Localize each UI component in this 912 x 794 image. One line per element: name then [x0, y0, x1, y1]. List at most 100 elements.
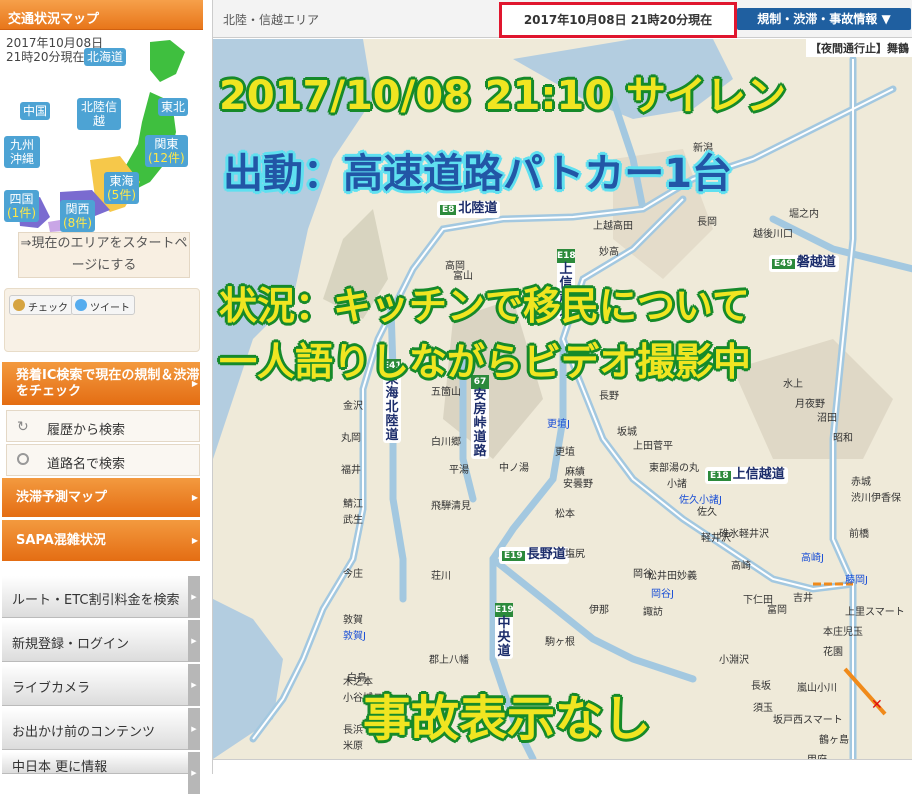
town-label: 高崎	[731, 561, 751, 572]
hwy-label-e18[interactable]: E18 上信越道	[705, 467, 788, 484]
region-mini-map: 2017年10月08日 21時20分現在 北海道 中国 北陸信越 東北 九州沖縄…	[0, 32, 203, 280]
town-label: 飛騨清見	[431, 501, 471, 512]
ic-label[interactable]: 藤岡J	[845, 571, 868, 586]
share-box: チェック ツイート	[4, 288, 200, 352]
town-label: 中ノ湯	[499, 463, 529, 474]
map-panel: 北陸・信越エリア 2017年10月08日 21時20分現在 規制・渋滞・事故情報…	[212, 0, 912, 774]
region-shikoku[interactable]: 四国 (1件)	[4, 190, 39, 222]
tweet-button[interactable]: ツイート	[71, 295, 135, 315]
town-label: 坂戸西スマート	[773, 715, 843, 726]
town-label: 鯖江	[343, 499, 363, 510]
ic-label[interactable]: 高崎J	[801, 549, 824, 564]
caption-line-5: 事故表示なし	[363, 691, 652, 747]
town-label: 荘川	[431, 571, 451, 582]
incident-x-icon: ✕	[871, 697, 883, 713]
mixi-check-button[interactable]: チェック	[9, 295, 73, 315]
town-label: 鶴ヶ島	[819, 735, 849, 746]
route-etc-search-button[interactable]: ルート・ETC割引料金を検索	[2, 576, 200, 618]
town-label: 白川郷	[431, 437, 461, 448]
ic-search-button[interactable]: 発着IC検索で現在の規制＆渋滞をチェック	[2, 362, 200, 406]
town-label: 水上	[783, 379, 803, 390]
town-label: 嵐山小川	[797, 683, 837, 694]
town-label: 佐久	[697, 507, 717, 518]
town-label: 小諸	[667, 479, 687, 490]
map-footer	[213, 759, 912, 774]
magnifier-icon	[17, 453, 29, 465]
town-label: 上田菅平	[633, 441, 673, 452]
town-label: 平湯	[449, 465, 469, 476]
town-label: 越後川口	[753, 229, 793, 240]
town-label: 伊那	[589, 605, 609, 616]
town-label: 東部湯の丸	[649, 463, 699, 474]
sapa-status-button[interactable]: SAPA混雑状況	[2, 520, 200, 562]
region-hokuriku-shinetsu[interactable]: 北陸信越	[77, 98, 121, 130]
town-label: 長坂	[751, 681, 771, 692]
traffic-map[interactable]: ✕ 【夜間通行止】舞鶴 E8 北陸道 E49 磐越道 E18 上信越道 E19 長野道 …	[213, 39, 912, 759]
town-label: 坂城	[617, 427, 637, 438]
town-label: 長浜	[343, 725, 363, 736]
town-label: 丸岡	[341, 433, 361, 444]
caption-line-2: 出動：高速道路パトカー1台	[223, 151, 733, 197]
town-label: 本庄児玉	[823, 627, 863, 638]
twitter-icon	[75, 299, 87, 311]
town-label: 花園	[823, 647, 843, 658]
traffic-map-heading: 交通状況マップ	[0, 0, 203, 30]
congestion-forecast-button[interactable]: 渋滞予測マップ	[2, 478, 200, 518]
region-kanto[interactable]: 関東 (12件)	[145, 135, 188, 167]
town-label: 沼田	[817, 413, 837, 424]
region-chugoku[interactable]: 中国	[20, 102, 51, 120]
traffic-info-dropdown[interactable]: 規制・渋滞・事故情報 ▼	[737, 8, 911, 30]
town-label: 吉井	[793, 593, 813, 604]
region-kyushu-okinawa[interactable]: 九州沖縄	[4, 136, 40, 168]
town-label: 敦賀	[343, 615, 363, 626]
hwy-label-e49[interactable]: E49 磐越道	[769, 255, 839, 272]
hwy-label-e19-nagano[interactable]: E19 長野道	[499, 547, 569, 564]
region-hokkaido[interactable]: 北海道	[84, 48, 127, 66]
town-label: 塩尻	[565, 549, 585, 560]
ic-label[interactable]: 岡谷J	[651, 585, 674, 600]
map-header: 北陸・信越エリア 2017年10月08日 21時20分現在 規制・渋滞・事故情報…	[213, 0, 912, 38]
town-label: 郡上八幡	[429, 655, 469, 666]
town-label: 金沢	[343, 401, 363, 412]
town-label: 月夜野	[795, 399, 825, 410]
history-search-button[interactable]: ↻ 履歴から検索	[6, 410, 200, 442]
town-label: 長岡	[697, 217, 717, 228]
ic-label[interactable]: 更埴J	[547, 415, 570, 430]
caption-line-1: 2017/10/08 21:10 サイレン	[219, 73, 787, 119]
town-label: 福井	[341, 465, 361, 476]
region-tohoku[interactable]: 東北	[158, 98, 189, 116]
sidebar: 交通状況マップ 2017年10月08日 21時20分現在 北海道 中国 北陸信越…	[0, 0, 203, 794]
town-label: 更埴	[555, 447, 575, 458]
town-label: 五箇山	[431, 387, 461, 398]
town-label: 上里スマート	[845, 607, 905, 618]
town-label: 下仁田	[743, 595, 773, 606]
town-label: 上越高田	[593, 221, 633, 232]
hwy-label-abo[interactable]: 67 安房峠道路	[471, 375, 489, 459]
town-label: 碓氷軽井沢	[719, 529, 769, 540]
live-camera-button[interactable]: ライブカメラ	[2, 664, 200, 706]
road-name-search-button[interactable]: 道路名で検索	[6, 444, 200, 476]
ic-label[interactable]: 佐久小諸J	[679, 491, 722, 506]
timestamp-box: 2017年10月08日 21時20分現在	[499, 2, 737, 38]
register-login-button[interactable]: 新規登録・ログイン	[2, 620, 200, 662]
more-info-button[interactable]: 中日本 更に情報	[2, 752, 200, 794]
set-start-page-button[interactable]: ⇒現在のエリアをスタートページにする	[18, 232, 190, 278]
town-label: 昭和	[833, 433, 853, 444]
night-closure-note: 【夜間通行止】舞鶴	[806, 39, 912, 57]
town-label: 前橋	[849, 529, 869, 540]
ic-label[interactable]: 敦賀J	[343, 627, 366, 642]
town-label: 米原	[343, 741, 363, 752]
region-kansai[interactable]: 関西 (8件)	[60, 200, 95, 232]
town-label: 須玉	[753, 703, 773, 714]
before-outing-button[interactable]: お出かけ前のコンテンツ	[2, 708, 200, 750]
town-label: 駒ヶ根	[545, 637, 575, 648]
mixi-icon	[13, 299, 25, 311]
hwy-label-e8[interactable]: E8 北陸道	[437, 201, 501, 218]
town-label: 今庄	[343, 569, 363, 580]
town-label: 麻績	[565, 467, 585, 478]
town-label: 小淵沢	[719, 655, 749, 666]
town-label: 高岡	[445, 261, 465, 272]
town-label: 安曇野	[563, 479, 593, 490]
region-tokai[interactable]: 東海 (5件)	[104, 172, 139, 204]
hwy-label-e19-chuo[interactable]: E19 中央道	[495, 603, 514, 659]
